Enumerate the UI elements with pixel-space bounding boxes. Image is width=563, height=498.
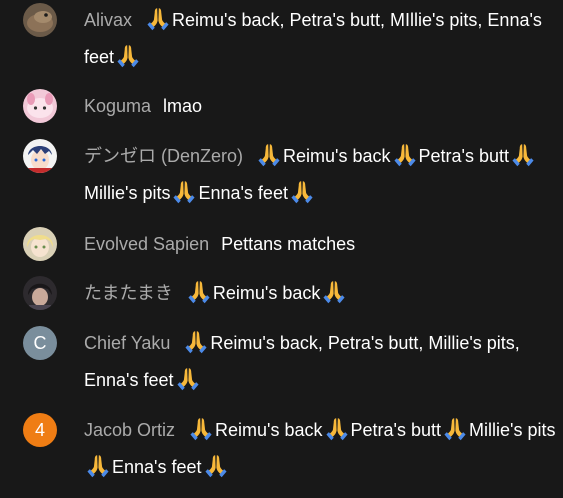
pink-character-avatar-icon[interactable] [23,89,57,123]
folded-hands-emoji-icon [442,415,468,441]
message-body: Koguma lmao [84,88,557,125]
letter-avatar[interactable]: C [23,326,57,360]
author-name[interactable]: Chief Yaku [84,333,170,353]
avatar-letter: C [33,332,47,353]
message-text: Reimu's back [212,283,321,303]
folded-hands-emoji-icon [85,452,111,478]
author-name[interactable]: Evolved Sapien [84,234,209,254]
author-name[interactable]: Jacob Ortiz [84,420,175,440]
message-text: lmao [163,96,203,116]
folded-hands-emoji-icon [510,141,536,167]
message-text: Millie's pits [469,420,556,440]
folded-hands-emoji-icon [115,42,141,68]
message-text: Millie's pits [84,183,171,203]
author-name[interactable]: Alivax [84,10,132,30]
folded-hands-emoji-icon [186,278,212,304]
message-text: Petra's butt [418,146,509,166]
author-name[interactable]: デンゼロ (DenZero) [84,146,243,166]
folded-hands-emoji-icon [321,278,347,304]
folded-hands-emoji-icon [203,452,229,478]
message-body: Jacob Ortiz Reimu's back Petra's butt Milli… [84,412,557,486]
folded-hands-emoji-icon [256,141,282,167]
anime-boy-avatar-icon[interactable] [23,139,57,173]
message-text: Enna's feet [198,183,288,203]
lizard-avatar-icon[interactable] [23,3,57,37]
author-name[interactable]: たまたまき [84,283,173,303]
folded-hands-emoji-icon [183,328,209,354]
letter-avatar[interactable]: 4 [23,413,57,447]
message-text: Reimu's back [283,146,391,166]
folded-hands-emoji-icon [175,365,201,391]
author-name[interactable]: Koguma [84,96,151,116]
folded-hands-emoji-icon [171,178,197,204]
message-body: Alivax Reimu's back, Petra's butt, MIllie… [84,2,557,76]
folded-hands-emoji-icon [392,141,418,167]
message-text: Enna's feet [112,457,202,477]
message-body: Evolved Sapien Pettans matches [84,226,557,263]
message-body: Chief Yaku Reimu's back, Petra's butt, Mi… [84,325,557,399]
avatar-letter: 4 [34,419,45,440]
dark-anime-avatar-icon[interactable] [23,276,57,310]
message-body: たまたまき Reimu's back [84,275,557,312]
folded-hands-emoji-icon [324,415,350,441]
folded-hands-emoji-icon [289,178,315,204]
message-text: Reimu's back [215,420,323,440]
message-body: デンゼロ (DenZero) Reimu's back Petra's butt Mi… [84,138,557,212]
folded-hands-emoji-icon [145,5,171,31]
blonde-anime-avatar-icon[interactable] [23,227,57,261]
folded-hands-emoji-icon [188,415,214,441]
message-text: Petra's butt [350,420,441,440]
message-text: Pettans matches [221,234,356,254]
